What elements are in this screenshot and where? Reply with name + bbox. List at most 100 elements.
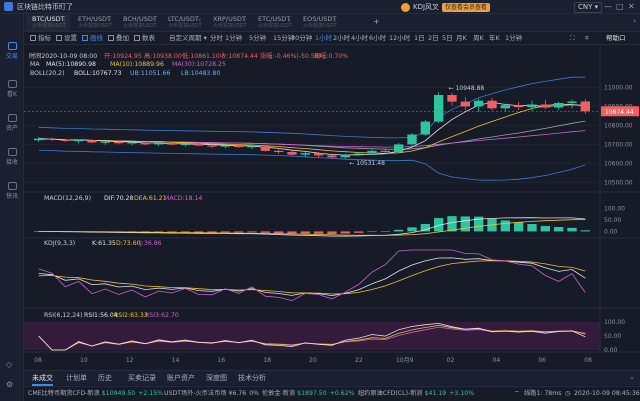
tab-ltc-usdt[interactable]: LTC/USDT 火币现货USDT × xyxy=(162,15,206,31)
macd-histogram-bar xyxy=(367,231,377,233)
low-annotation: ← 10531.48 xyxy=(349,160,385,167)
macd-histogram-bar xyxy=(354,231,364,233)
vip-badge[interactable]: 仅查看会员查看 xyxy=(442,2,491,12)
tab-xrp-usdt[interactable]: XRP/USDT 火币现货USDT × xyxy=(207,15,251,31)
sidebar-item-kline[interactable]: 看K xyxy=(0,80,24,98)
screenshot-icon[interactable]: ⌗ xyxy=(585,33,589,44)
close-tab-icon[interactable]: × xyxy=(107,17,112,24)
close-tab-icon[interactable]: × xyxy=(61,17,66,24)
candle-body xyxy=(114,141,124,144)
custom-period-select[interactable]: 自定义周期 ▾ xyxy=(169,33,207,44)
candle-body xyxy=(194,144,204,146)
tab-depth-chart[interactable]: 深度图 xyxy=(206,373,227,384)
period-year[interactable]: 年K xyxy=(489,33,500,44)
macd-histogram-bar xyxy=(380,231,390,232)
close-tab-icon[interactable]: × xyxy=(332,17,337,24)
tab-account-assets[interactable]: 账户资产 xyxy=(167,373,195,384)
layers-icon xyxy=(108,35,114,41)
close-tab-icon[interactable]: × xyxy=(287,17,292,24)
period-1m[interactable]: 1分钟 xyxy=(225,33,242,44)
chart-icon xyxy=(7,42,17,50)
ticker-gold[interactable]: 伦敦金-新浪 $1897.50 +0.62% xyxy=(262,389,355,399)
ticker-name: USDT场外-火币法币场 xyxy=(164,390,227,397)
period-fenshi[interactable]: 分时 xyxy=(210,33,223,44)
help-button[interactable]: 帮助口 xyxy=(606,33,626,44)
candle-body xyxy=(407,134,417,145)
tab-technical-analysis[interactable]: 技术分析 xyxy=(238,373,266,384)
period-week[interactable]: 周K xyxy=(473,33,484,44)
tab-bch-usdt[interactable]: BCH/USDT 火币现货USDT × xyxy=(117,15,161,31)
overlay-button[interactable]: 叠加 xyxy=(108,33,129,44)
settings-icon[interactable]: ⚙ xyxy=(6,380,13,389)
clock: 2020-10-09 08:45:36 xyxy=(574,390,640,397)
settings-button[interactable]: 设置 xyxy=(56,33,77,44)
period-1d[interactable]: 1日 xyxy=(414,33,425,44)
x-tick-label: 06 xyxy=(538,357,546,364)
data-table-button[interactable]: 数表 xyxy=(134,33,155,44)
candle-body xyxy=(394,144,404,152)
period-30m[interactable]: 30分钟 xyxy=(291,33,312,44)
period-5m[interactable]: 5分钟 xyxy=(249,33,266,44)
sidebar-item-news[interactable]: 快讯 xyxy=(0,182,24,200)
price-tick-label: 10600.00 xyxy=(604,160,633,167)
currency-select[interactable]: CNY ▾ xyxy=(574,2,603,13)
legend-amp: 振幅:0.70% xyxy=(314,53,349,60)
tab-history[interactable]: 历史 xyxy=(98,373,112,384)
news-icon xyxy=(7,182,17,190)
add-tab-icon[interactable]: + xyxy=(373,17,380,26)
tab-trade-records[interactable]: 买卖记录 xyxy=(128,373,156,384)
ticker-usdt[interactable]: USDT场外-火币法币场 ¥6.76 0% xyxy=(164,389,259,399)
k-line xyxy=(38,257,586,297)
candle-body xyxy=(554,102,564,108)
tab-plan-orders[interactable]: 计划单 xyxy=(66,373,87,384)
ub-legend: UB:11051.66 xyxy=(130,70,171,77)
candle-body xyxy=(527,104,537,108)
close-tab-icon[interactable]: × xyxy=(152,17,157,24)
x-tick-label: 20 xyxy=(309,357,317,364)
ticker-cme[interactable]: CME比特币期货CFD-新浪 $10949.50 +2.15% xyxy=(28,389,163,399)
period-1h[interactable]: 1小时 xyxy=(315,33,332,44)
macd-histogram-bar xyxy=(287,231,297,234)
x-tick-label: 02 xyxy=(447,357,455,364)
close-tab-icon[interactable]: × xyxy=(197,17,202,24)
period-6h[interactable]: 6小时 xyxy=(369,33,386,44)
tab-open-orders[interactable]: 未成交 xyxy=(32,373,53,386)
period-1m-alt[interactable]: 1分钟 xyxy=(505,33,522,44)
sidebar-item-label: 接收 xyxy=(5,159,18,166)
period-2h[interactable]: 2小时 xyxy=(333,33,350,44)
period-month[interactable]: 月K xyxy=(456,33,467,44)
candle-body xyxy=(260,146,270,151)
tabs-chevron-icon[interactable]: › xyxy=(633,17,636,25)
sidebar-item-receive[interactable]: 接收 xyxy=(0,148,24,166)
fullscreen-icon[interactable]: ⛶ xyxy=(570,33,575,44)
period-2d[interactable]: 2日 xyxy=(428,33,439,44)
tab-eos-usdt[interactable]: EOS/USDT 火币现货USDT × xyxy=(297,15,341,31)
sidebar-item-trade[interactable]: 交易 xyxy=(0,42,24,60)
candle-body xyxy=(274,150,284,152)
collapse-chevron-icon[interactable]: ⌄ xyxy=(629,373,635,381)
maximize-icon[interactable]: □ xyxy=(616,2,624,12)
indicator-button[interactable]: 指标 xyxy=(30,33,51,44)
minimize-icon[interactable]: — xyxy=(604,2,612,12)
sidebar-item-assets[interactable]: 资产 xyxy=(0,114,24,132)
close-tab-icon[interactable]: × xyxy=(242,17,247,24)
period-12h[interactable]: 12小时 xyxy=(389,33,410,44)
draw-line-button[interactable]: 画线 xyxy=(82,33,103,44)
close-icon[interactable]: ✕ xyxy=(628,2,635,12)
ticker-oil[interactable]: 纽约原油CFD(CL)-新浪 $41.19 +3.10% xyxy=(358,389,474,399)
period-5d[interactable]: 5日 xyxy=(442,33,453,44)
user-info[interactable]: KDJ风叉 仅查看会员查看 xyxy=(401,2,491,12)
chart-area[interactable]: 11000.0010900.0010800.0010700.0010600.00… xyxy=(24,46,640,368)
macd-histogram-bar xyxy=(274,231,284,234)
kdj-legend-name: KDJ(9,3,3) xyxy=(44,240,76,247)
macd-histogram-bar xyxy=(567,227,577,232)
candle-body xyxy=(154,143,164,145)
period-4h[interactable]: 4小时 xyxy=(351,33,368,44)
price-tick-label: 10800.00 xyxy=(604,122,633,129)
tab-eth-usdt[interactable]: ETH/USDT 火币现货USDT × xyxy=(72,15,116,31)
tool-label: 指标 xyxy=(38,34,51,42)
alert-icon[interactable]: ◇ xyxy=(6,360,12,369)
tab-btc-usdt[interactable]: BTC/USDT 火币现货USDT × xyxy=(26,15,70,31)
tab-etc-usdt[interactable]: ETC/USDT 火币现货USDT × xyxy=(252,15,296,31)
x-tick-label: 22 xyxy=(355,357,363,364)
